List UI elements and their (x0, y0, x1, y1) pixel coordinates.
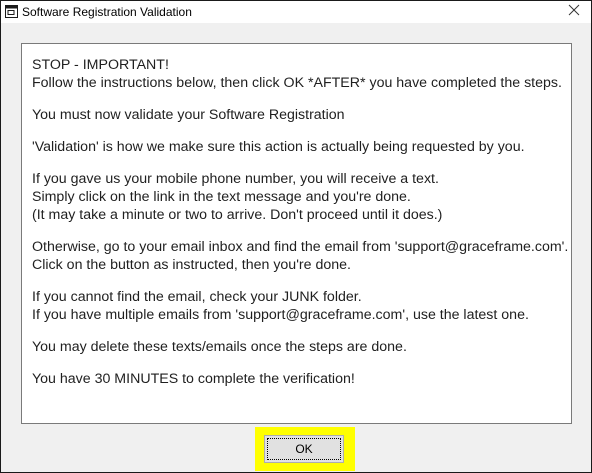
message-paragraph: Otherwise, go to your email inbox and fi… (32, 238, 569, 274)
close-icon (568, 3, 580, 21)
message-paragraph: You have 30 MINUTES to complete the veri… (32, 370, 565, 388)
registration-dialog: Software Registration Validation STOP - … (0, 0, 592, 473)
message-line: Click on the button as instructed, then … (32, 257, 351, 273)
message-line: Otherwise, go to your email inbox and fi… (32, 239, 569, 255)
message-line: (It may take a minute or two to arrive. … (32, 207, 443, 223)
message-paragraph: You must now validate your Software Regi… (32, 106, 565, 124)
message-paragraph: If you gave us your mobile phone number,… (32, 170, 565, 224)
message-paragraph: If you cannot find the email, check your… (32, 288, 565, 324)
message-paragraph: STOP - IMPORTANT! Follow the instruction… (32, 56, 565, 92)
close-button[interactable] (557, 1, 591, 23)
message-box: STOP - IMPORTANT! Follow the instruction… (21, 43, 572, 424)
message-line: You may delete these texts/emails once t… (32, 339, 407, 355)
message-line: If you have multiple emails from 'suppor… (32, 307, 529, 323)
title-bar[interactable]: Software Registration Validation (1, 1, 591, 23)
message-line: Simply click on the link in the text mes… (32, 189, 411, 205)
message-line: You must now validate your Software Regi… (32, 107, 345, 123)
message-paragraph: You may delete these texts/emails once t… (32, 338, 565, 356)
message-paragraph: 'Validation' is how we make sure this ac… (32, 138, 565, 156)
message-line: STOP - IMPORTANT! (32, 57, 169, 73)
app-window-icon (5, 5, 18, 18)
message-text: STOP - IMPORTANT! Follow the instruction… (32, 56, 569, 402)
message-line: 'Validation' is how we make sure this ac… (32, 139, 525, 155)
message-line: If you gave us your mobile phone number,… (32, 171, 439, 187)
message-line: Follow the instructions below, then clic… (32, 75, 562, 91)
message-line: You have 30 MINUTES to complete the veri… (32, 371, 355, 387)
ok-button[interactable]: OK (264, 435, 344, 463)
window-title: Software Registration Validation (22, 5, 192, 19)
message-line: If you cannot find the email, check your… (32, 289, 362, 305)
